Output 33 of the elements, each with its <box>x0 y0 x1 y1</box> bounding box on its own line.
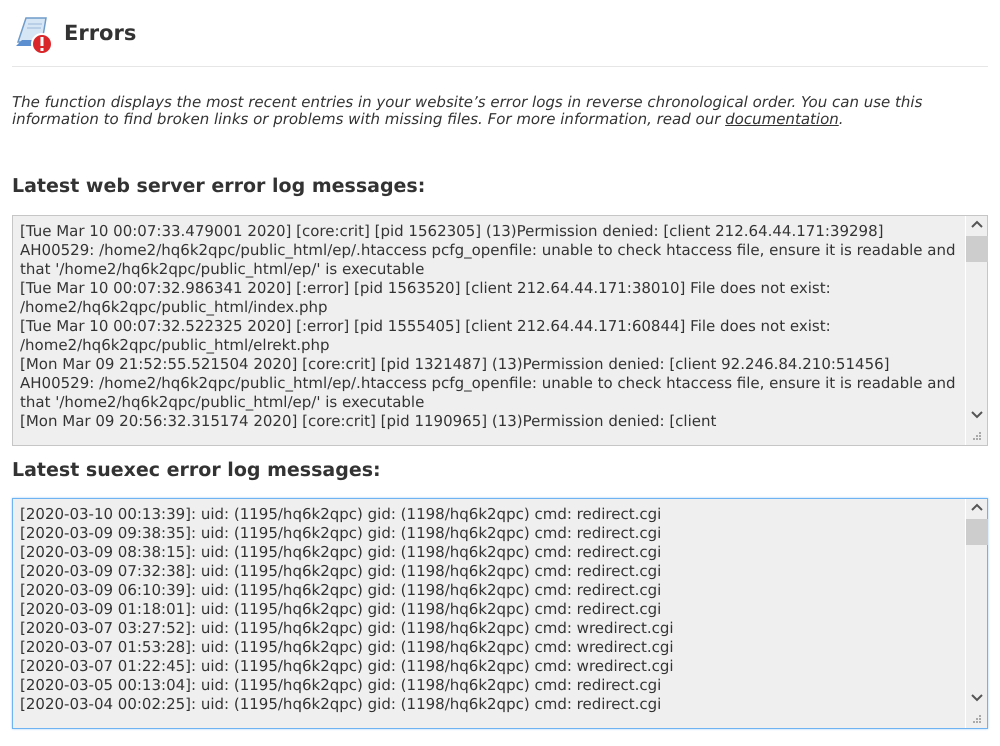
scrollbar[interactable] <box>965 216 987 444</box>
log-entry: [2020-03-07 01:53:28]: uid: (1195/hq6k2qpc) gid: (1198/hq6k2qpc) cmd: wredirect.cgi <box>20 638 675 657</box>
log-heading: Latest suexec error log messages: <box>12 458 382 482</box>
log-text-area[interactable] <box>12 214 988 446</box>
log-entry: [2020-03-09 07:32:38]: uid: (1195/hq6k2qpc) gid: (1198/hq6k2qpc) cmd: redirect.cgi <box>20 562 662 581</box>
scroll-down-icon[interactable] <box>970 694 982 702</box>
scrollbar[interactable] <box>965 499 987 728</box>
log-heading: Latest web server error log messages: <box>12 174 426 199</box>
scroll-up-icon[interactable] <box>970 220 982 228</box>
scroll-thumb[interactable] <box>966 519 988 545</box>
log-entry: [2020-03-10 00:13:39]: uid: (1195/hq6k2qpc) gid: (1198/hq6k2qpc) cmd: redirect.cgi <box>20 505 662 524</box>
log-entry: [2020-03-07 03:27:52]: uid: (1195/hq6k2qpc) gid: (1198/hq6k2qpc) cmd: wredirect.cgi <box>20 619 675 638</box>
scroll-thumb[interactable] <box>966 236 988 262</box>
log-entry: [2020-03-05 00:13:04]: uid: (1195/hq6k2qpc) gid: (1198/hq6k2qpc) cmd: redirect.cgi <box>20 676 662 695</box>
log-entry: [Tue Mar 10 00:07:32.522325 2020] [:error] [pid 1555405] [client 212.64.44.171:60844] File does not exist: /home2/hq6k2qpc/public_html/elrekt.php <box>20 316 832 354</box>
resize-grip-icon[interactable] <box>972 430 982 440</box>
documentation-link[interactable]: documentation <box>725 110 839 128</box>
log-entry: [Tue Mar 10 00:07:32.986341 2020] [:error] [pid 1563520] [client 212.64.44.171:38010] File does not exist: /home2/hq6k2qpc/public_html/index.php <box>20 278 832 316</box>
log-entry: [2020-03-09 01:18:01]: uid: (1195/hq6k2qpc) gid: (1198/hq6k2qpc) cmd: redirect.cgi <box>20 600 662 619</box>
log-entry: [Mon Mar 09 20:56:32.315174 2020] [core:crit] [pid 1190965] (13)Permission denied: [client <box>20 412 718 430</box>
scroll-up-icon[interactable] <box>970 503 982 511</box>
log-entry: [2020-03-07 01:22:45]: uid: (1195/hq6k2qpc) gid: (1198/hq6k2qpc) cmd: wredirect.cgi <box>20 657 675 676</box>
log-entry: [2020-03-09 08:38:15]: uid: (1195/hq6k2qpc) gid: (1198/hq6k2qpc) cmd: redirect.cgi <box>20 543 662 562</box>
log-text-area[interactable] <box>12 498 988 729</box>
log-entry: [2020-03-09 06:10:39]: uid: (1195/hq6k2qpc) gid: (1198/hq6k2qpc) cmd: redirect.cgi <box>20 581 662 600</box>
intro-text: The function displays the most recent entries in your website’s error logs in reverse chronological order. You can use this information to find broken links or problems with missing files. For more information, read our documentation. <box>12 94 924 128</box>
page-title: Errors <box>64 20 136 48</box>
log-entry: [Tue Mar 10 00:07:33.479001 2020] [core:crit] [pid 1562305] (13)Permission denied: [client 212.64.44.171:39298] AH00529: /home2/hq6k2qpc/public_html/ep/.htaccess pcfg_openfile: unable to check htaccess file, ensure it is readable and that '/home2/hq6k2qpc/public_html/ep/' is executable <box>20 222 957 278</box>
log-entry: [2020-03-04 00:02:25]: uid: (1195/hq6k2qpc) gid: (1198/hq6k2qpc) cmd: redirect.cgi <box>20 695 662 714</box>
scroll-down-icon[interactable] <box>970 410 982 418</box>
log-entry: [Mon Mar 09 21:52:55.521504 2020] [core:crit] [pid 1321487] (13)Permission denied: [client 92.246.84.210:51456] AH00529: /home2/hq6k2qpc/public_html/ep/.htaccess pcfg_openfile: unable to check htaccess file, ensure it is readable and that '/home2/hq6k2qpc/public_html/ep/' is executable <box>20 354 957 412</box>
resize-grip-icon[interactable] <box>972 714 982 724</box>
log-entry: [2020-03-09 09:38:35]: uid: (1195/hq6k2qpc) gid: (1198/hq6k2qpc) cmd: redirect.cgi <box>20 524 662 543</box>
